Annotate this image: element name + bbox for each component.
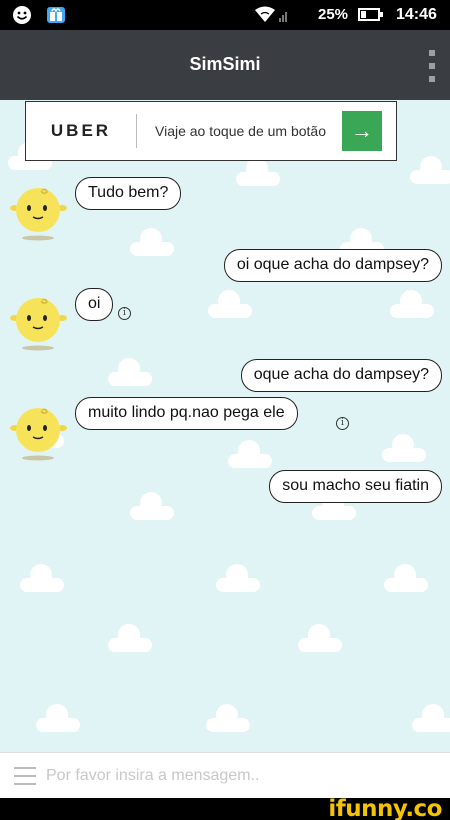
app-title: SimSimi [189,54,261,74]
cloud-decoration [108,356,152,386]
chat-area[interactable]: UBER Viaje ao toque de um botão → Tudo b… [0,100,450,752]
bot-message[interactable]: Tudo bem? [75,177,182,210]
cloud-decoration [206,702,250,732]
battery-percent: 25% [318,6,349,23]
message-input[interactable] [46,763,426,789]
smiley-icon [13,6,31,24]
ifunny-watermark: ifunny.co [328,796,442,820]
clock: 14:46 [396,6,437,23]
cloud-decoration [228,438,272,468]
info-icon[interactable]: i [336,417,349,430]
info-icon[interactable]: i [118,307,131,320]
cloud-decoration [382,432,426,462]
cloud-decoration [410,154,450,184]
bot-message[interactable]: oi [75,288,114,321]
cloud-decoration [36,702,80,732]
user-message[interactable]: sou macho seu fiatin [269,470,442,503]
cloud-decoration [298,622,342,652]
bot-message[interactable]: muito lindo pq.nao pega ele [75,397,298,430]
uber-logo: UBER [50,121,112,140]
status-bar: 25% 14:46 [0,0,450,30]
cloud-decoration [216,562,260,592]
cloud-decoration [412,702,450,732]
message-input-bar [0,752,450,798]
cloud-decoration [208,288,252,318]
cloud-decoration [384,562,428,592]
ad-text: Viaje ao toque de um botão [155,123,326,139]
user-message[interactable]: oque acha do dampsey? [240,359,442,392]
arrow-right-icon: → [351,118,373,143]
overflow-menu-button[interactable] [426,50,438,82]
ad-cta-button[interactable]: → [342,111,382,151]
battery-icon [358,8,383,21]
cloud-decoration [130,226,174,256]
user-message[interactable]: oi oque acha do dampsey? [223,249,442,282]
cloud-decoration [130,490,174,520]
cloud-decoration [20,562,64,592]
simsimi-avatar [10,298,67,351]
ad-banner[interactable]: UBER Viaje ao toque de um botão → [25,101,397,161]
overflow-menu-icon [429,50,435,56]
simsimi-avatar [10,408,67,461]
cloud-decoration [108,622,152,652]
wifi-icon [255,6,287,22]
menu-icon[interactable] [14,767,36,785]
gift-icon [47,7,65,23]
app-bar: SimSimi [0,30,450,100]
simsimi-avatar [10,188,67,241]
cloud-decoration [390,288,434,318]
